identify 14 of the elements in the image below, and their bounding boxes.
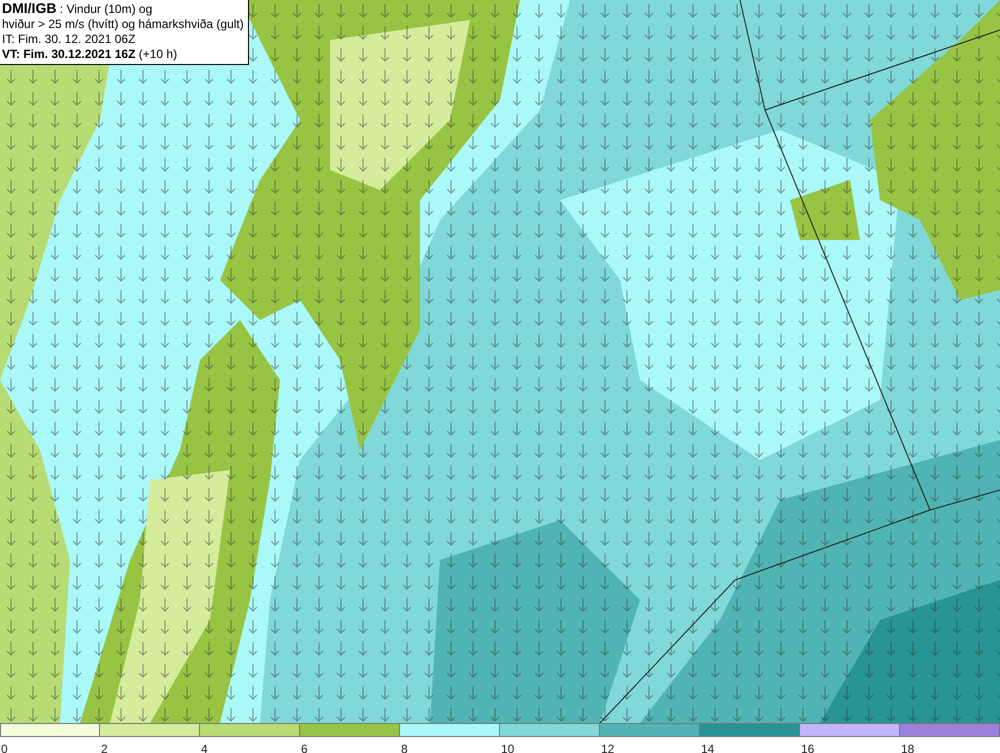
tick-label: 10 <box>500 741 514 753</box>
tick-label: 4 <box>200 741 208 753</box>
title-line: DMI/IGB : Vindur (10m) og <box>2 1 154 17</box>
tick-label: 16 <box>800 741 814 753</box>
title-line: IT: Fim. 30. 12. 2021 06Z <box>2 32 136 47</box>
title-line: hviður > 25 m/s (hvítt) og hámarkshviða (gult) <box>2 17 244 32</box>
tick-label: 18 <box>900 741 914 753</box>
tick-label: 2 <box>100 741 108 753</box>
tick-label: 8 <box>400 741 408 753</box>
tick-label: 0 <box>0 741 8 753</box>
tick-label: 14 <box>700 741 714 753</box>
tick-label: 12 <box>600 741 614 753</box>
tick-label: 6 <box>300 741 308 753</box>
title-line: VT: Fim. 30.12.2021 16Z (+10 h) <box>2 47 178 62</box>
